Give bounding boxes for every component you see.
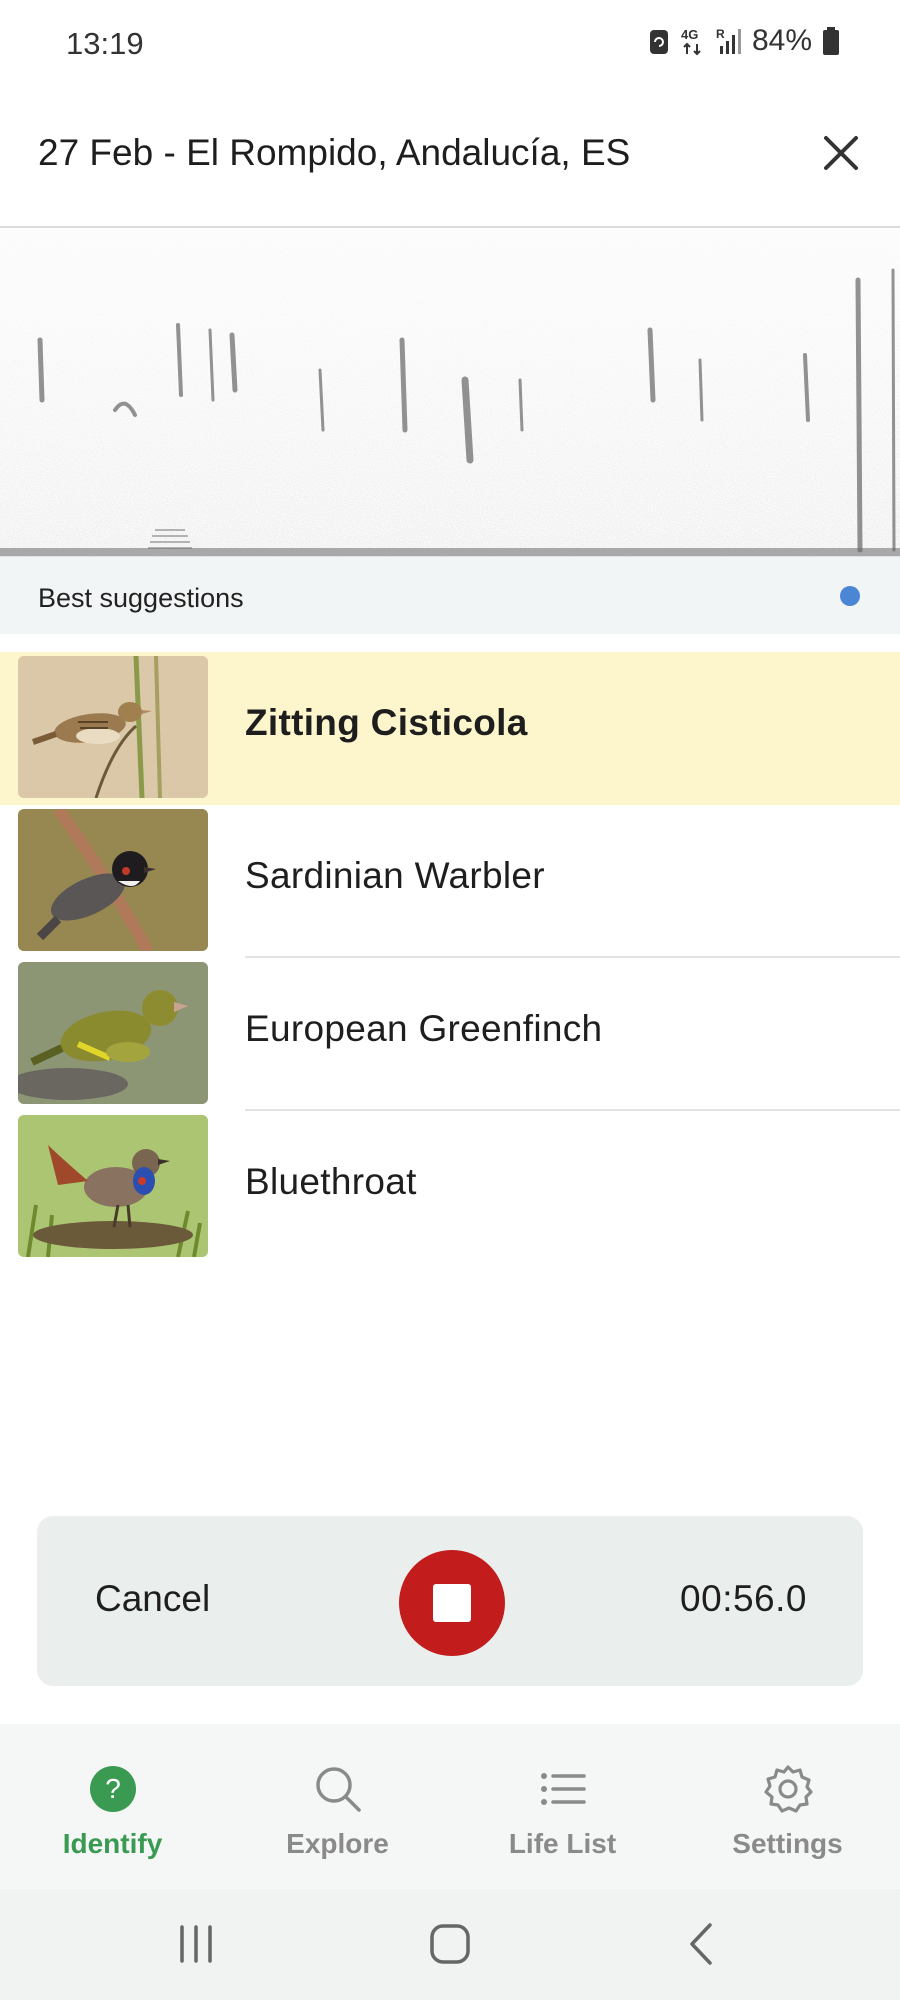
question-circle-icon: ? bbox=[90, 1766, 136, 1812]
nav-label: Life List bbox=[508, 1828, 617, 1859]
stop-recording-button[interactable] bbox=[399, 1550, 505, 1656]
listening-indicator-dot bbox=[840, 586, 860, 606]
search-icon bbox=[316, 1767, 361, 1812]
spectrogram bbox=[0, 230, 900, 556]
bird-photo-zitting-cisticola bbox=[18, 656, 208, 798]
network-4g-label: 4G bbox=[681, 27, 698, 42]
status-time: 13:19 bbox=[66, 26, 144, 61]
species-row[interactable]: European Greenfinch bbox=[0, 958, 900, 1111]
gear-icon bbox=[764, 1765, 813, 1813]
battery-icon bbox=[823, 27, 839, 55]
home-icon bbox=[430, 1924, 470, 1964]
nav-life-list[interactable]: Life List bbox=[450, 1724, 675, 1889]
species-name: European Greenfinch bbox=[245, 1008, 603, 1049]
species-name: Sardinian Warbler bbox=[245, 855, 545, 896]
list-icon bbox=[541, 1773, 586, 1805]
signal-icon: R bbox=[716, 27, 741, 54]
status-bar: 13:19 4G R 84% bbox=[0, 0, 900, 90]
recent-apps-button[interactable] bbox=[166, 1919, 226, 1969]
species-row[interactable]: Bluethroat bbox=[0, 1111, 900, 1264]
bird-photo-european-greenfinch bbox=[18, 962, 208, 1104]
species-list: Zitting Cisticola Sardinian Warbler Euro… bbox=[0, 652, 900, 1264]
battery-percent: 84% bbox=[751, 24, 812, 57]
sync-icon bbox=[649, 30, 668, 54]
system-navigation-bar bbox=[0, 1889, 900, 2000]
spectrogram-graphic bbox=[0, 230, 900, 556]
home-button[interactable] bbox=[420, 1919, 480, 1969]
bird-photo-bluethroat bbox=[18, 1115, 208, 1257]
back-icon bbox=[690, 1923, 712, 1965]
species-row[interactable]: Zitting Cisticola bbox=[0, 652, 900, 805]
nav-settings[interactable]: Settings bbox=[675, 1724, 900, 1889]
stop-icon bbox=[433, 1584, 471, 1622]
close-icon bbox=[824, 136, 858, 170]
nav-label: Identify bbox=[62, 1828, 163, 1859]
nav-identify[interactable]: ? Identify bbox=[0, 1724, 225, 1889]
species-row[interactable]: Sardinian Warbler bbox=[0, 805, 900, 958]
nav-label: Settings bbox=[732, 1828, 843, 1859]
network-4g-icon: 4G bbox=[681, 27, 701, 56]
status-icons: 4G R 84% bbox=[648, 24, 840, 58]
species-name: Zitting Cisticola bbox=[245, 702, 528, 743]
close-button[interactable] bbox=[816, 128, 866, 178]
back-button[interactable] bbox=[672, 1919, 732, 1969]
svg-text:?: ? bbox=[105, 1773, 121, 1804]
bird-photo-sardinian-warbler bbox=[18, 809, 208, 951]
recording-panel: Cancel 00:56.0 bbox=[37, 1516, 863, 1686]
recording-header: 27 Feb - El Rompido, Andalucía, ES bbox=[0, 110, 900, 228]
species-name: Bluethroat bbox=[245, 1161, 417, 1202]
nav-label: Explore bbox=[286, 1828, 389, 1859]
roaming-label: R bbox=[716, 27, 725, 41]
bottom-navigation: ? Identify Explore Life List Settings bbox=[0, 1724, 900, 1889]
recording-timer: 00:56.0 bbox=[680, 1578, 807, 1619]
recording-title: 27 Feb - El Rompido, Andalucía, ES bbox=[38, 132, 631, 173]
suggestions-header: Best suggestions bbox=[0, 556, 900, 634]
recent-apps-icon bbox=[180, 1925, 212, 1963]
nav-explore[interactable]: Explore bbox=[225, 1724, 450, 1889]
cancel-button[interactable]: Cancel bbox=[95, 1578, 210, 1620]
suggestions-label: Best suggestions bbox=[38, 583, 244, 613]
